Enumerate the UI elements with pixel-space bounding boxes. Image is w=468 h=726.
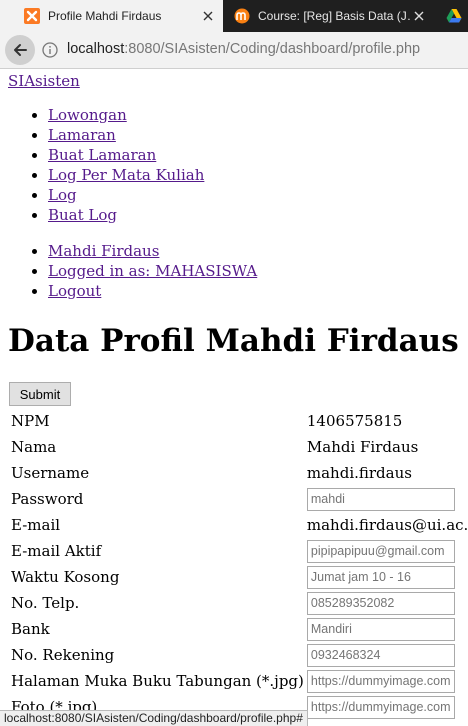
npm-label: NPM xyxy=(11,412,50,430)
status-bar-url: localhost:8080/SIAsisten/Coding/dashboar… xyxy=(0,710,308,726)
tab-drive[interactable] xyxy=(440,0,468,32)
bank-label: Bank xyxy=(11,620,50,638)
table-row: NPM 1406575815 xyxy=(8,408,468,434)
table-row: Halaman Muka Buku Tabungan (*.jpg) xyxy=(8,668,468,694)
user-menu-item-logout: Logout xyxy=(48,281,257,301)
logout-link[interactable]: Logout xyxy=(48,282,101,300)
user-menu: Mahdi Firdaus Logged in as: MAHASISWA Lo… xyxy=(0,241,257,301)
table-row: E-mail Aktif xyxy=(8,538,468,564)
tab-title: Profile Mahdi Firdaus xyxy=(48,9,162,23)
menu-link-lowongan[interactable]: Lowongan xyxy=(48,106,127,124)
email-value: mahdi.firdaus@ui.ac.id xyxy=(306,516,468,534)
tab-title: Course: [Reg] Basis Data (J… xyxy=(258,9,411,23)
waktu-kosong-field[interactable] xyxy=(306,565,455,589)
menu-item-buat-log: Buat Log xyxy=(48,205,204,225)
close-tab-icon[interactable] xyxy=(200,8,216,24)
npm-value: 1406575815 xyxy=(306,412,403,430)
tab-course[interactable]: Course: [Reg] Basis Data (J… xyxy=(224,0,434,32)
buku-tabungan-cell xyxy=(304,668,468,694)
browser-tab-bar: Profile Mahdi Firdaus Course: [Reg] Basi… xyxy=(0,0,468,32)
table-row: Nama Mahdi Firdaus xyxy=(8,434,468,460)
page-title: Data Profil Mahdi Firdaus xyxy=(8,323,459,359)
telp-cell xyxy=(304,590,468,616)
buku-tabungan-field[interactable] xyxy=(306,669,455,693)
menu-link-lamaran[interactable]: Lamaran xyxy=(48,126,116,144)
email-aktif-field[interactable] xyxy=(306,539,455,563)
arrow-left-icon xyxy=(14,44,27,56)
main-menu: Lowongan Lamaran Buat Lamaran Log Per Ma… xyxy=(0,105,204,225)
buku-tabungan-label: Halaman Muka Buku Tabungan (*.jpg) xyxy=(11,672,304,690)
email-aktif-label: E-mail Aktif xyxy=(11,542,102,560)
foto-cell xyxy=(304,694,468,720)
bank-field[interactable] xyxy=(306,617,455,641)
password-label: Password xyxy=(11,490,84,508)
menu-link-buat-lamaran[interactable]: Buat Lamaran xyxy=(48,146,156,164)
user-menu-item-name: Mahdi Firdaus xyxy=(48,241,257,261)
telp-field[interactable] xyxy=(306,591,455,615)
username-label: Username xyxy=(11,464,90,482)
menu-item-log: Log xyxy=(48,185,204,205)
bank-cell xyxy=(304,616,468,642)
table-row: Waktu Kosong xyxy=(8,564,468,590)
waktu-kosong-label: Waktu Kosong xyxy=(11,568,120,586)
email-label: E-mail xyxy=(11,516,61,534)
menu-link-log-per-mata-kuliah[interactable]: Log Per Mata Kuliah xyxy=(48,166,204,184)
waktu-kosong-cell xyxy=(304,564,468,590)
menu-item-lamaran: Lamaran xyxy=(48,125,204,145)
close-tab-icon[interactable] xyxy=(411,8,427,24)
nama-value: Mahdi Firdaus xyxy=(306,438,419,456)
table-row: Password xyxy=(8,486,468,512)
rekening-label: No. Rekening xyxy=(11,646,115,664)
menu-link-buat-log[interactable]: Buat Log xyxy=(48,206,117,224)
menu-item-lowongan: Lowongan xyxy=(48,105,204,125)
url-input[interactable]: localhost:8080/SIAsisten/Coding/dashboar… xyxy=(67,41,420,57)
xampp-icon xyxy=(24,8,40,24)
tab-profile[interactable]: Profile Mahdi Firdaus xyxy=(0,0,223,32)
password-cell xyxy=(304,486,468,512)
password-field[interactable] xyxy=(306,487,455,511)
user-menu-item-role: Logged in as: MAHASISWA xyxy=(48,261,257,281)
rekening-cell xyxy=(304,642,468,668)
address-bar: localhost:8080/SIAsisten/Coding/dashboar… xyxy=(0,32,468,69)
moodle-icon xyxy=(234,8,250,24)
nama-label: Nama xyxy=(11,438,57,456)
menu-link-log[interactable]: Log xyxy=(48,186,77,204)
google-drive-icon xyxy=(446,8,462,24)
menu-item-buat-lamaran: Buat Lamaran xyxy=(48,145,204,165)
back-button[interactable] xyxy=(5,35,35,65)
user-name-link[interactable]: Mahdi Firdaus xyxy=(48,242,159,260)
brand-link[interactable]: SIAsisten xyxy=(8,72,80,90)
url-host: localhost xyxy=(67,41,125,57)
username-value: mahdi.firdaus xyxy=(306,464,412,482)
menu-item-log-per-mata-kuliah: Log Per Mata Kuliah xyxy=(48,165,204,185)
info-icon[interactable] xyxy=(42,42,58,62)
table-row: Username mahdi.firdaus xyxy=(8,460,468,486)
logged-in-role-link[interactable]: Logged in as: MAHASISWA xyxy=(48,262,257,280)
table-row: Bank xyxy=(8,616,468,642)
telp-label: No. Telp. xyxy=(11,594,80,612)
page-content: SIAsisten Lowongan Lamaran Buat Lamaran … xyxy=(0,69,468,725)
url-path: :8080/SIAsisten/Coding/dashboard/profile… xyxy=(124,41,421,57)
table-row: No. Rekening xyxy=(8,642,468,668)
email-aktif-cell xyxy=(304,538,468,564)
submit-button[interactable]: Submit xyxy=(9,382,71,406)
table-row: E-mail mahdi.firdaus@ui.ac.id xyxy=(8,512,468,538)
profile-table: NPM 1406575815 Nama Mahdi Firdaus Userna… xyxy=(8,408,468,720)
table-row: No. Telp. xyxy=(8,590,468,616)
foto-field[interactable] xyxy=(306,695,455,719)
rekening-field[interactable] xyxy=(306,643,455,667)
